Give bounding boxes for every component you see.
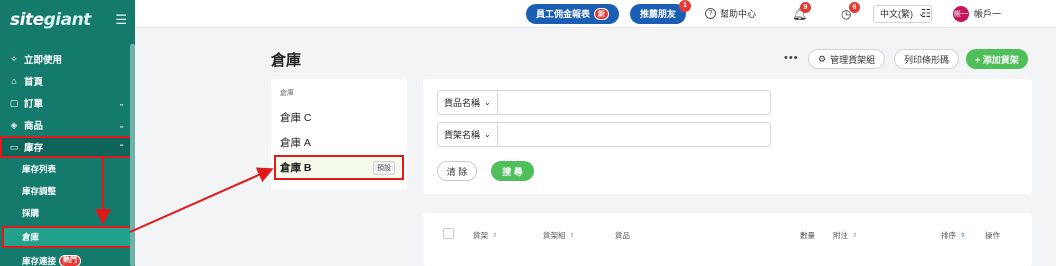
refer-friend-button[interactable]: 推薦朋友 1 bbox=[630, 0, 692, 24]
print-barcode-button[interactable]: 列印條形碼 bbox=[894, 49, 960, 69]
column-header-shelf-group[interactable]: 貨架組 ⇕ bbox=[543, 230, 575, 241]
add-shelf-button[interactable]: + 添加貨架 bbox=[966, 49, 1028, 69]
product-name-filter: 貨品名稱 ⌄ bbox=[437, 90, 771, 115]
sparkle-icon: ✧ bbox=[10, 53, 18, 64]
timer-icon[interactable]: ◷ 6 bbox=[841, 1, 860, 21]
sidebar-item-warehouse[interactable]: 倉庫 bbox=[2, 226, 132, 248]
help-icon: ? bbox=[705, 8, 716, 19]
logo[interactable]: sitegiant bbox=[10, 10, 91, 30]
shelf-name-input[interactable] bbox=[498, 123, 770, 146]
logo-row: sitegiant ☰ bbox=[0, 0, 135, 40]
avatar: 帳一 bbox=[953, 5, 969, 22]
warehouse-item[interactable]: 倉庫 C bbox=[271, 105, 407, 130]
sort-icon: ⇕ bbox=[492, 233, 498, 239]
chevron-down-icon: ⌄ bbox=[118, 98, 125, 108]
column-header-shelf[interactable]: 貨架 ⇕ bbox=[473, 230, 497, 241]
timer-count-badge: 6 bbox=[849, 1, 860, 13]
inventory-icon: ▭ bbox=[9, 141, 19, 152]
sort-icon: ⇕ bbox=[960, 233, 966, 239]
column-header-product: 貨品 bbox=[615, 231, 630, 240]
warehouse-item[interactable]: 倉庫 A bbox=[271, 130, 407, 155]
sidebar-item-get-started[interactable]: ✧ 立即使用 bbox=[0, 48, 135, 70]
sidebar-scrollbar[interactable] bbox=[130, 44, 135, 266]
product-icon: ◈ bbox=[10, 119, 18, 130]
order-icon: ▢ bbox=[9, 97, 19, 108]
hot-badge: 熱門 bbox=[59, 255, 82, 266]
hamburger-menu-icon[interactable]: ☰ bbox=[115, 12, 127, 28]
chevron-down-icon: ⌄ bbox=[484, 130, 491, 139]
sidebar-item-purchase[interactable]: 採購 bbox=[0, 202, 135, 224]
select-all-checkbox[interactable] bbox=[443, 228, 454, 239]
gear-icon: ⚙ bbox=[818, 53, 827, 64]
account-menu[interactable]: 帳一 帳戶一 bbox=[953, 5, 1001, 22]
sidebar-item-inventory[interactable]: ▭ 庫存 ⌃ bbox=[0, 136, 135, 158]
help-center-link[interactable]: ? 幫助中心 bbox=[705, 7, 756, 20]
sort-icon: ⇕ bbox=[852, 233, 858, 239]
warehouse-list-header: 倉庫 bbox=[280, 90, 294, 97]
filter-panel: 貨品名稱 ⌄ 貨架名稱 ⌄ 清 除 搜 尋 bbox=[423, 79, 1032, 194]
chevron-up-icon: ⌃ bbox=[118, 142, 125, 152]
sidebar-item-orders[interactable]: ▢ 訂單 ⌄ bbox=[0, 92, 135, 114]
sidebar-item-products[interactable]: ◈ 商品 ⌄ bbox=[0, 114, 135, 136]
shelf-name-filter: 貨架名稱 ⌄ bbox=[437, 122, 771, 147]
column-header-quantity: 數量 bbox=[800, 231, 815, 240]
shelf-table: 貨架 ⇕ 貨架組 ⇕ 貨品 數量 附注 ⇕ 排序 ⇕ 操作 bbox=[423, 213, 1032, 266]
warehouse-list-panel: 倉庫 倉庫 C 倉庫 A 倉庫 B 預設 bbox=[271, 79, 407, 189]
sidebar-item-home[interactable]: ⌂ 首頁 bbox=[0, 70, 135, 92]
clear-button[interactable]: 清 除 bbox=[437, 161, 477, 181]
shelf-name-filter-select[interactable]: 貨架名稱 ⌄ bbox=[438, 123, 498, 146]
sidebar-item-inventory-adjust[interactable]: 庫存調整 bbox=[0, 180, 135, 202]
commission-report-button[interactable]: 員工佣金報表 新 bbox=[526, 3, 620, 24]
product-name-filter-select[interactable]: 貨品名稱 ⌄ bbox=[438, 91, 498, 114]
default-tag: 預設 bbox=[373, 160, 395, 175]
chevron-down-icon: ⌄ bbox=[118, 120, 125, 130]
top-bar: 員工佣金報表 新 推薦朋友 1 ? 幫助中心 🔔︎ 9 ◷ 6 中文(繁) ⌄ … bbox=[135, 0, 1056, 28]
arrow-warehouse-to-list bbox=[129, 167, 274, 233]
column-header-order[interactable]: 排序 ⇕ bbox=[941, 230, 965, 241]
sidebar-item-inventory-link[interactable]: 庫存連接 熱門 bbox=[0, 250, 135, 266]
layout-icon[interactable]: ☷ bbox=[921, 7, 931, 20]
notification-count-badge: 9 bbox=[800, 1, 811, 13]
manage-shelf-group-button[interactable]: ⚙ 管理貨架組 bbox=[808, 49, 886, 69]
new-badge: 新 bbox=[594, 7, 610, 20]
chevron-down-icon: ⌄ bbox=[484, 98, 491, 107]
refer-count-badge: 1 bbox=[679, 0, 692, 12]
sidebar-item-inventory-list[interactable]: 庫存列表 bbox=[0, 158, 135, 180]
notification-bell-icon[interactable]: 🔔︎ 9 bbox=[792, 1, 811, 21]
page-title: 倉庫 bbox=[271, 52, 302, 69]
warehouse-item-selected[interactable]: 倉庫 B 預設 bbox=[274, 155, 404, 180]
home-icon: ⌂ bbox=[11, 76, 17, 86]
column-header-notes[interactable]: 附注 ⇕ bbox=[833, 230, 857, 241]
column-header-actions: 操作 bbox=[985, 231, 1000, 240]
product-name-input[interactable] bbox=[498, 91, 770, 114]
sort-icon: ⇕ bbox=[569, 233, 575, 239]
search-button[interactable]: 搜 尋 bbox=[491, 161, 534, 181]
sidebar: sitegiant ☰ ✧ 立即使用 ⌂ 首頁 ▢ 訂單 ⌄ ◈ 商品 ⌄ ▭ … bbox=[0, 0, 135, 266]
more-options-icon[interactable]: ••• bbox=[784, 52, 799, 64]
